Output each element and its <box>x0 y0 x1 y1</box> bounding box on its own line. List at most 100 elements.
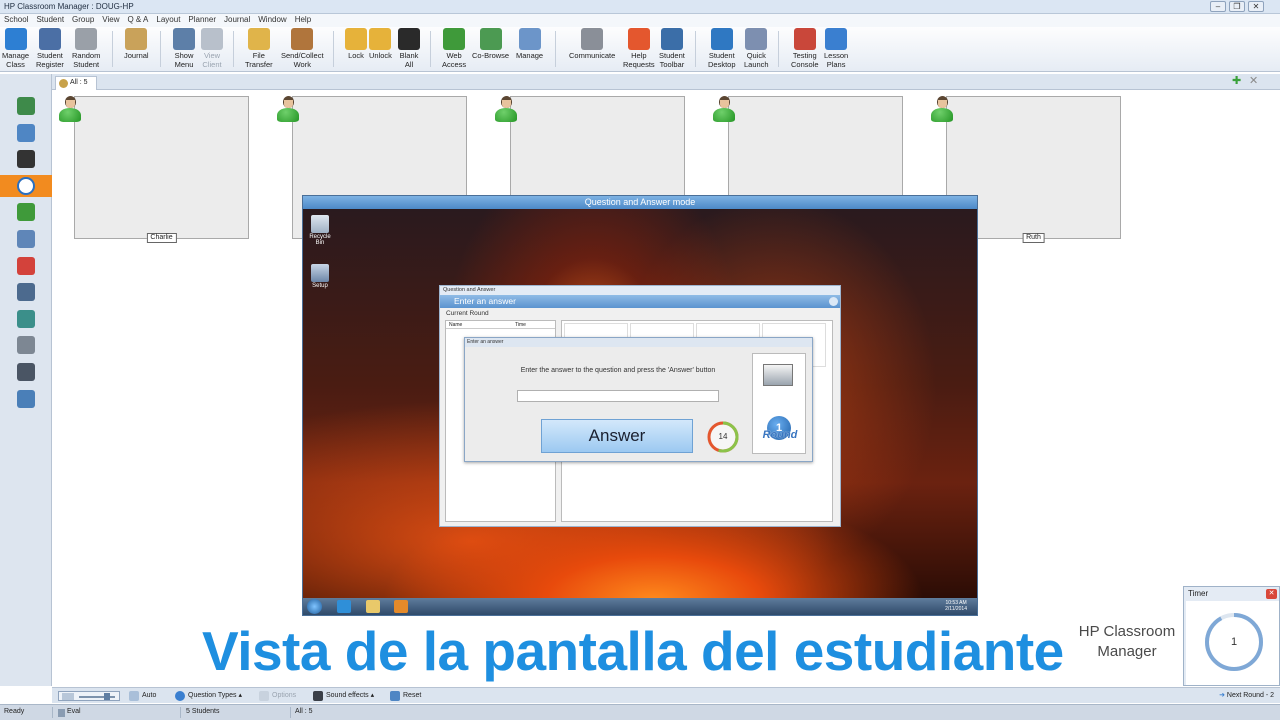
close-tab-icon[interactable]: ✕ <box>1249 76 1258 87</box>
unlock-button[interactable]: Unlock <box>369 28 392 60</box>
show-menu-icon <box>173 28 195 50</box>
toolbar-separator <box>112 31 113 67</box>
quick-launch-button[interactable]: Quick Launch <box>744 28 769 69</box>
toolbar-label: Unlock <box>369 51 392 60</box>
explorer-icon[interactable] <box>366 600 380 613</box>
sidebar-item-question[interactable] <box>0 174 52 197</box>
countdown-timer: 14 <box>706 420 740 454</box>
menu-item-view[interactable]: View <box>98 14 123 24</box>
sidebar-item-disc[interactable] <box>14 334 38 356</box>
manage-class-button[interactable]: Manage Class <box>2 28 29 69</box>
media-player-icon[interactable] <box>394 600 408 613</box>
sidebar-item-users[interactable] <box>14 308 38 330</box>
restore-button[interactable]: ❐ <box>1229 1 1245 12</box>
title-bar: HP Classroom Manager : DOUG-HP ‒ ❐ ✕ <box>0 0 1280 14</box>
presenter-icon <box>763 364 793 386</box>
menu-item-layout[interactable]: Layout <box>152 14 184 24</box>
sidebar-item-keyboard[interactable] <box>14 361 38 383</box>
menu-item-school[interactable]: School <box>0 14 32 24</box>
sidebar-item-headphones[interactable] <box>14 148 38 170</box>
question-types-button[interactable]: Question Types ▴ <box>174 690 242 702</box>
menu-item-window[interactable]: Window <box>254 14 290 24</box>
puzzle-icon <box>825 28 848 50</box>
sidebar-item-home[interactable] <box>14 95 38 117</box>
sidebar-item-globe[interactable] <box>14 201 38 223</box>
random-student-button[interactable]: Random Student <box>72 28 100 69</box>
recycle-bin[interactable]: Recycle Bin <box>305 215 335 246</box>
monitor-icon <box>398 28 420 50</box>
manage-button[interactable]: Manage <box>516 28 543 60</box>
toolbar-label: Lock <box>348 51 364 60</box>
next-round-button[interactable]: ➜ Next Round - 2 <box>1202 689 1278 702</box>
options-icon <box>259 691 269 701</box>
setup-icon <box>311 264 329 282</box>
tab-all-label: All : 5 <box>70 79 88 86</box>
add-tab-icon[interactable]: ✚ <box>1232 76 1241 87</box>
answer-input[interactable] <box>517 390 719 402</box>
testing-console-button[interactable]: Testing Console <box>791 28 819 69</box>
timer-close-button[interactable]: ✕ <box>1266 589 1277 599</box>
co-browse-button[interactable]: Co-Browse <box>472 28 509 60</box>
student-toolbar-button[interactable]: Student Toolbar <box>659 28 685 69</box>
toolbar-separator <box>778 31 779 67</box>
menu-item-journal[interactable]: Journal <box>220 14 254 24</box>
next-arrow-icon: ➜ <box>1219 692 1225 699</box>
view-client-button[interactable]: View Client <box>201 28 223 69</box>
start-button[interactable] <box>307 599 322 614</box>
menu-item-q-a[interactable]: Q & A <box>123 14 152 24</box>
setup-shortcut[interactable]: Setup <box>305 264 335 289</box>
sidebar-item-window[interactable] <box>14 228 38 250</box>
next-round-label: Next Round - 2 <box>1226 692 1274 699</box>
help-requests-button[interactable]: Help Requests <box>623 28 655 69</box>
minimize-button[interactable]: ‒ <box>1210 1 1226 12</box>
student-card[interactable]: Charlie <box>74 96 249 243</box>
qa-window-subtitle-bar: Enter an answer <box>440 295 840 308</box>
journal-button[interactable]: Journal <box>124 28 149 60</box>
blank-all-button[interactable]: Blank All <box>398 28 420 69</box>
student-taskbar: 10:53 AM 2/11/2014 <box>303 598 977 615</box>
student-desktop-button[interactable]: Student Desktop <box>708 28 736 69</box>
recycle-bin-icon <box>311 215 329 233</box>
sound-icon <box>313 691 323 701</box>
sidebar-item-grid-view[interactable] <box>14 122 38 144</box>
toolbar-separator <box>430 31 431 67</box>
file-transfer-button[interactable]: File Transfer <box>245 28 273 69</box>
options-button[interactable]: Options <box>258 690 296 702</box>
countdown-value: 14 <box>718 432 728 441</box>
sidebar-item-pie-chart[interactable] <box>14 255 38 277</box>
answer-button[interactable]: Answer <box>541 419 693 453</box>
zoom-knob[interactable] <box>104 693 110 700</box>
manage-class-icon <box>4 28 27 50</box>
lesson-plans-button[interactable]: Lesson Plans <box>824 28 848 69</box>
tab-all[interactable]: All : 5 <box>55 76 97 90</box>
answers-list-header: Name Time <box>446 321 555 329</box>
sidebar-item-chart[interactable] <box>14 388 38 410</box>
web-access-button[interactable]: Web Access <box>442 28 466 69</box>
menu-item-student[interactable]: Student <box>32 14 68 24</box>
sidebar-item-printer[interactable] <box>14 281 38 303</box>
lock-button[interactable]: Lock <box>345 28 367 60</box>
communicate-button[interactable]: Communicate <box>569 28 615 60</box>
close-window-button[interactable]: ✕ <box>1248 1 1264 12</box>
student-avatar-icon <box>57 95 83 123</box>
show-menu-button[interactable]: Show Menu <box>173 28 195 69</box>
reset-button[interactable]: Reset <box>389 690 421 702</box>
auto-button[interactable]: Auto <box>128 690 156 702</box>
zoom-slider[interactable] <box>58 691 120 701</box>
send-collect-work-button[interactable]: Send/Collect Work <box>281 28 324 69</box>
unlock-icon <box>369 28 392 50</box>
qa-help-icon[interactable] <box>829 297 838 306</box>
rocket-icon <box>745 28 768 50</box>
timer-value: 1 <box>1230 636 1238 648</box>
status-divider <box>52 707 53 718</box>
sound-effects-label: Sound effects <box>326 692 369 699</box>
ie-icon[interactable] <box>337 600 351 613</box>
menu-item-planner[interactable]: Planner <box>184 14 220 24</box>
toolbar-separator <box>333 31 334 67</box>
menu-item-help[interactable]: Help <box>291 14 315 24</box>
student-register-button[interactable]: Student Register <box>36 28 64 69</box>
manage-icon <box>518 28 541 50</box>
menu-item-group[interactable]: Group <box>68 14 98 24</box>
sound-effects-button[interactable]: Sound effects ▴ <box>312 690 374 702</box>
student-desktop-icon <box>710 28 733 50</box>
